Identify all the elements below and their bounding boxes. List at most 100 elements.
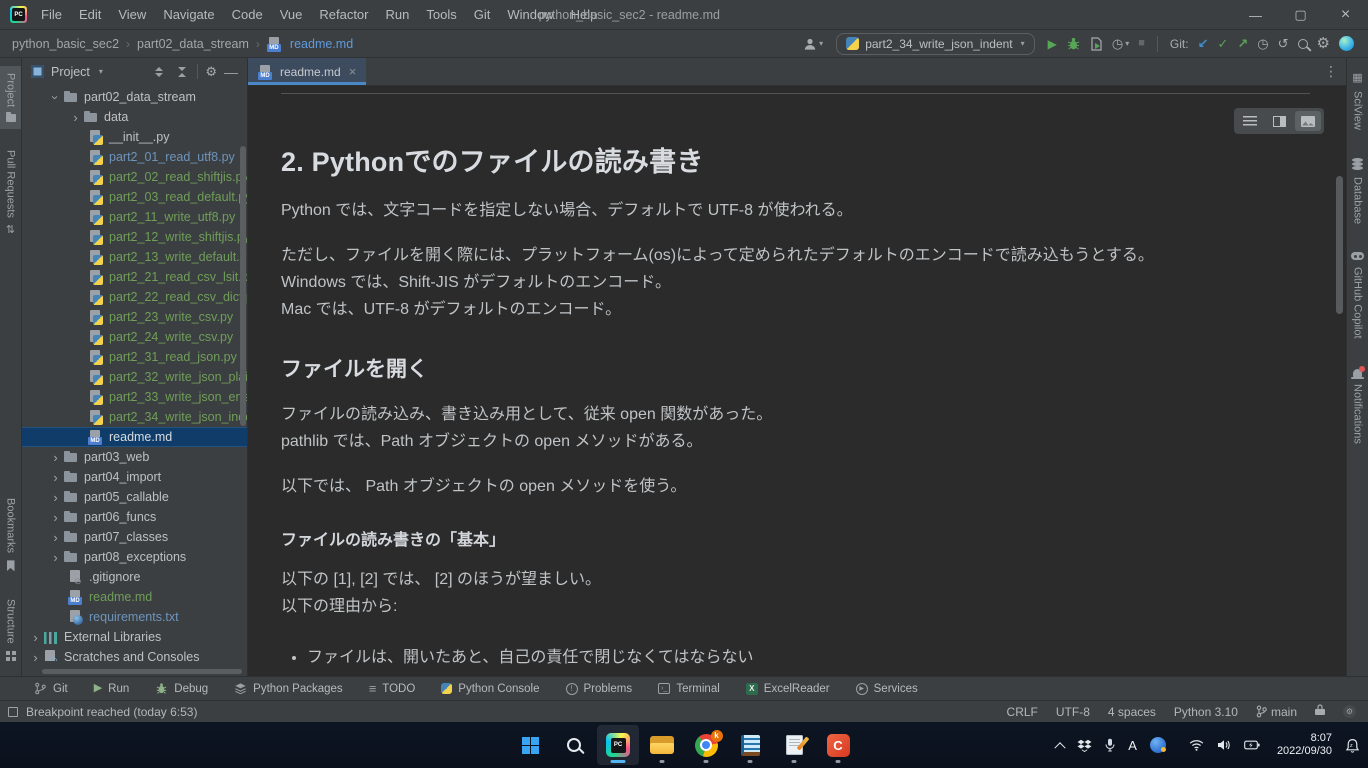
chevron-icon[interactable]: ›: [48, 491, 63, 504]
stripe-item-notifications[interactable]: Notifications: [1347, 360, 1368, 451]
push-button[interactable]: ↗: [1237, 37, 1248, 50]
toolwindow-python-packages[interactable]: Python Packages: [234, 682, 343, 695]
tree-item-part2-13-write-default-py[interactable]: part2_13_write_default.py: [22, 247, 247, 267]
chevron-icon[interactable]: ›: [48, 451, 63, 464]
stripe-item-project[interactable]: Project: [0, 66, 21, 129]
tree-item-part02-data-stream[interactable]: ›part02_data_stream: [22, 87, 247, 107]
breadcrumb-item-part02-data-stream[interactable]: part02_data_stream: [137, 37, 249, 51]
project-horizontal-scrollbar[interactable]: [42, 669, 242, 674]
run-button[interactable]: ▶: [1048, 38, 1057, 50]
update-project-button[interactable]: ↙: [1198, 37, 1209, 50]
indent-indicator[interactable]: 4 spaces: [1108, 705, 1156, 719]
volume-icon[interactable]: [1217, 739, 1231, 751]
stripe-item-github-copilot[interactable]: GitHub Copilot: [1347, 245, 1368, 346]
tree-item-gitignore[interactable]: .gitignore: [22, 567, 247, 587]
breadcrumb-item-readme-md[interactable]: readme.md: [290, 37, 353, 51]
wifi-icon[interactable]: [1189, 739, 1204, 751]
tree-item-part04-import[interactable]: ›part04_import: [22, 467, 247, 487]
toolwindow-debug[interactable]: Debug: [155, 682, 208, 695]
tree-item-part2-33-write-json-ensure[interactable]: part2_33_write_json_ensure_: [22, 387, 247, 407]
battery-icon[interactable]: [1244, 739, 1260, 751]
menu-item-git[interactable]: Git: [474, 7, 491, 22]
close-button[interactable]: ×: [1323, 0, 1368, 30]
debug-button[interactable]: [1066, 36, 1081, 51]
minimize-button[interactable]: —: [1233, 0, 1278, 30]
tree-item-requirements-txt[interactable]: requirements.txt: [22, 607, 247, 627]
tree-item-part2-34-write-json-indent-py[interactable]: part2_34_write_json_indent.py: [22, 407, 247, 427]
tree-item-part2-24-write-csv-py[interactable]: part2_24_write_csv.py: [22, 327, 247, 347]
history-button[interactable]: ◷: [1257, 37, 1268, 50]
taskbar-notebook-button[interactable]: [729, 725, 771, 765]
tree-item-part2-32-write-json-plain-py[interactable]: part2_32_write_json_plain.py: [22, 367, 247, 387]
tree-item-part2-22-read-csv-dict-py[interactable]: part2_22_read_csv_dict.py: [22, 287, 247, 307]
clock[interactable]: 8:07 2022/09/30: [1277, 732, 1332, 758]
split-view-button[interactable]: [1266, 111, 1292, 131]
stripe-item-bookmarks[interactable]: Bookmarks: [0, 491, 21, 578]
tree-item-part2-03-read-default-py[interactable]: part2_03_read_default.py: [22, 187, 247, 207]
tree-item-readme-md[interactable]: readme.md: [22, 427, 247, 447]
tree-item-part2-23-write-csv-py[interactable]: part2_23_write_csv.py: [22, 307, 247, 327]
notifications-ball-icon[interactable]: ⚙: [1343, 705, 1356, 718]
chevron-icon[interactable]: ›: [28, 631, 43, 644]
tree-item-scratches-and-consoles[interactable]: ›Scratches and Consoles: [22, 647, 247, 661]
tree-item-part2-31-read-json-py[interactable]: part2_31_read_json.py: [22, 347, 247, 367]
tree-item-part2-21-read-csv-lsit-py[interactable]: part2_21_read_csv_lsit.py: [22, 267, 247, 287]
toolwindow-run[interactable]: ▶Run: [94, 683, 130, 695]
breadcrumb-item-python-basic-sec2[interactable]: python_basic_sec2: [12, 37, 119, 51]
toolwindow-git[interactable]: Git: [34, 682, 68, 695]
tree-item-part07-classes[interactable]: ›part07_classes: [22, 527, 247, 547]
line-separator-indicator[interactable]: CRLF: [1007, 705, 1038, 719]
menu-item-navigate[interactable]: Navigate: [163, 7, 214, 22]
chevron-icon[interactable]: ›: [48, 551, 63, 564]
project-vertical-scrollbar[interactable]: [240, 146, 246, 426]
tree-item-readme-md[interactable]: readme.md: [22, 587, 247, 607]
tree-item-part03-web[interactable]: ›part03_web: [22, 447, 247, 467]
menu-item-view[interactable]: View: [118, 7, 146, 22]
toolwindow-terminal[interactable]: ›_Terminal: [658, 683, 720, 695]
stripe-item-database[interactable]: Database: [1347, 151, 1368, 231]
menu-item-refactor[interactable]: Refactor: [319, 7, 368, 22]
editor-only-button[interactable]: [1237, 111, 1263, 131]
project-panel-title[interactable]: Project: [51, 65, 90, 79]
chevron-icon[interactable]: ›: [48, 471, 63, 484]
run-config-select[interactable]: part2_34_write_json_indent ▾: [836, 33, 1034, 55]
toolwindow-excelreader[interactable]: XExcelReader: [746, 683, 830, 695]
tray-ball-icon[interactable]: [1150, 737, 1166, 753]
tree-item-part2-11-write-utf8-py[interactable]: part2_11_write_utf8.py: [22, 207, 247, 227]
interpreter-indicator[interactable]: Python 3.10: [1174, 705, 1238, 719]
tree-item-part06-funcs[interactable]: ›part06_funcs: [22, 507, 247, 527]
taskbar-camtasia-button[interactable]: C: [817, 725, 859, 765]
menu-item-run[interactable]: Run: [386, 7, 410, 22]
microphone-icon[interactable]: [1105, 738, 1115, 752]
tree-item-init-py[interactable]: __init__.py: [22, 127, 247, 147]
preview-only-button[interactable]: [1295, 111, 1321, 131]
tray-chevron-icon[interactable]: [1056, 741, 1064, 749]
tree-item-data[interactable]: ›data: [22, 107, 247, 127]
menu-item-edit[interactable]: Edit: [79, 7, 101, 22]
search-everywhere-button[interactable]: [1298, 39, 1308, 49]
menu-item-file[interactable]: File: [41, 7, 62, 22]
user-icon[interactable]: ▾: [803, 37, 823, 51]
tree-item-part2-01-read-utf8-py[interactable]: part2_01_read_utf8.py: [22, 147, 247, 167]
taskbar-chrome-button[interactable]: k: [685, 725, 727, 765]
tree-item-part2-02-read-shiftjis-py[interactable]: part2_02_read_shiftjis.py: [22, 167, 247, 187]
lock-icon[interactable]: [1315, 704, 1325, 719]
run-with-coverage-button[interactable]: [1090, 37, 1103, 51]
dropbox-icon[interactable]: [1077, 739, 1092, 752]
tree-item-part2-12-write-shiftjis-py[interactable]: part2_12_write_shiftjis.py: [22, 227, 247, 247]
tree-item-part05-callable[interactable]: ›part05_callable: [22, 487, 247, 507]
status-message[interactable]: Breakpoint reached (today 6:53): [26, 705, 197, 719]
tree-item-external-libraries[interactable]: ›External Libraries: [22, 627, 247, 647]
toolwindow-todo[interactable]: ≡TODO: [369, 682, 416, 695]
toolwindow-problems[interactable]: !Problems: [566, 683, 633, 695]
menu-item-tools[interactable]: Tools: [426, 7, 456, 22]
chevron-icon[interactable]: ›: [48, 511, 63, 524]
stripe-item-structure[interactable]: Structure: [0, 592, 21, 668]
hide-panel-icon[interactable]: —: [224, 65, 238, 79]
chevron-icon[interactable]: ›: [48, 531, 63, 544]
chevron-icon[interactable]: ›: [28, 651, 43, 662]
editor-scrollbar[interactable]: [1336, 176, 1343, 314]
taskbar-search-button[interactable]: [553, 725, 595, 765]
encoding-indicator[interactable]: UTF-8: [1056, 705, 1090, 719]
taskbar-explorer-button[interactable]: [641, 725, 683, 765]
